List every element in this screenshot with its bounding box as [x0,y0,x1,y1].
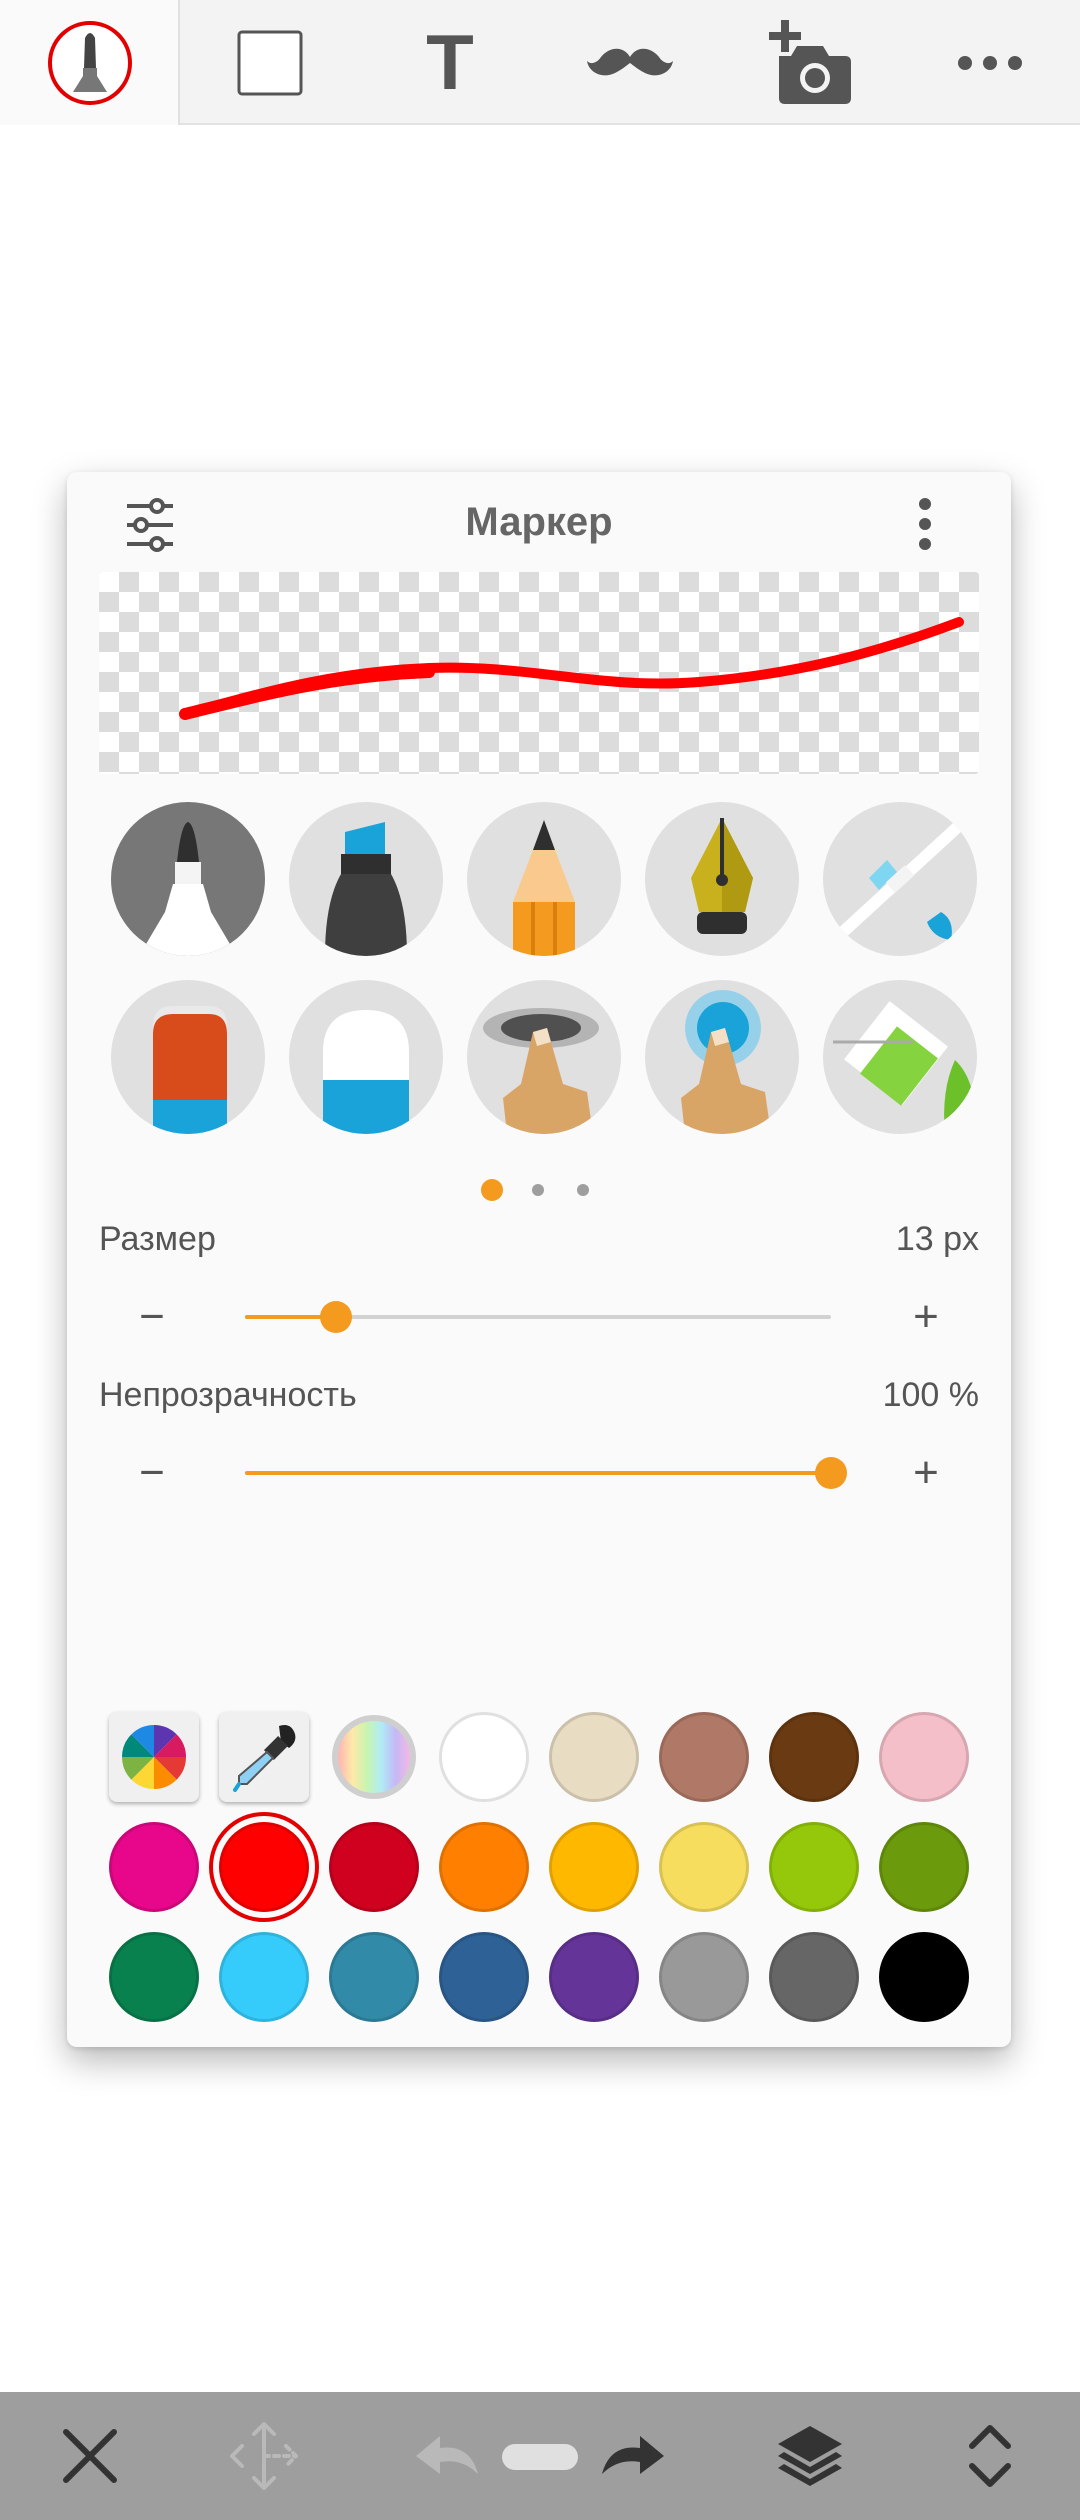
size-decrease-button[interactable]: − [127,1292,177,1342]
color-swatch[interactable] [439,1822,529,1912]
size-slider[interactable] [245,1301,831,1333]
page-dot-2[interactable] [532,1184,544,1196]
color-swatch[interactable] [659,1822,749,1912]
brush-smudge[interactable] [467,980,621,1134]
color-swatch[interactable] [329,1822,419,1912]
eyedropper-icon [233,1725,296,1792]
highlighter-brush-icon [325,822,407,956]
color-swatch[interactable] [879,1822,969,1912]
brush-eraser[interactable] [111,980,265,1134]
color-wheel-button[interactable] [109,1712,199,1802]
color-swatch[interactable] [659,1932,749,2022]
size-value: 13 px [895,1220,979,1258]
brush-soft-eraser[interactable] [289,980,443,1134]
opacity-decrease-button[interactable]: − [127,1448,177,1498]
soft-eraser-brush-icon [323,1010,409,1134]
close-icon[interactable] [50,2416,130,2496]
redo-icon[interactable] [592,2416,672,2496]
eraser-brush-icon [153,1006,227,1134]
panel-title: Маркер [465,500,613,544]
opacity-increase-button[interactable]: + [901,1448,951,1498]
eyedropper-button[interactable] [219,1712,309,1802]
color-swatch[interactable] [659,1712,749,1802]
color-swatch[interactable] [109,1932,199,2022]
color-swatch[interactable] [109,1822,199,1912]
text-tool[interactable]: T [360,0,540,125]
rainbow-gradient-icon [332,1715,416,1799]
fountain-pen-brush-icon [691,818,753,934]
opacity-slider-thumb[interactable] [815,1457,847,1489]
marker-icon [48,20,132,105]
color-swatch[interactable] [549,1822,639,1912]
color-swatch[interactable] [769,1932,859,2022]
brush-blur[interactable] [645,980,799,1134]
color-swatch[interactable] [329,1932,419,2022]
page-dot-3[interactable] [577,1184,589,1196]
photo-tool[interactable] [720,0,900,125]
size-label: Размер [99,1220,216,1258]
more-horizontal-icon [958,55,1022,70]
color-swatch[interactable] [549,1712,639,1802]
preview-stroke [179,617,964,720]
color-wheel-icon [122,1725,186,1789]
brush-marker[interactable] [111,802,265,956]
color-swatch[interactable] [879,1712,969,1802]
brush-panel: Маркер Размер 13 px − + Непрозрачность 1… [67,472,1011,2047]
blur-finger-icon [681,990,771,1134]
square-icon [237,30,303,95]
brush-airbrush[interactable] [823,802,977,956]
paint-fill-icon [833,1001,977,1134]
opacity-label: Непрозрачность [99,1376,357,1414]
airbrush-brush-icon [837,816,969,940]
page-dot-1[interactable] [481,1179,503,1201]
sticker-tool[interactable] [540,0,720,125]
add-photo-icon [769,19,851,104]
opacity-slider-fill [245,1471,831,1475]
size-increase-button[interactable]: + [901,1292,951,1342]
brush-page-indicator [67,1179,1011,1204]
color-swatch[interactable] [769,1712,859,1802]
move-icon[interactable] [224,2416,304,2496]
color-swatch[interactable] [439,1932,529,2022]
more-tool[interactable] [900,0,1080,125]
expand-icon[interactable] [950,2416,1030,2496]
color-swatch[interactable] [219,1932,309,2022]
undo-icon[interactable] [408,2416,488,2496]
color-swatch[interactable] [879,1932,969,2022]
brush-highlighter[interactable] [289,802,443,956]
color-swatch[interactable] [439,1712,529,1802]
history-handle[interactable] [502,2444,578,2470]
color-swatch[interactable] [219,1822,309,1912]
bottom-bar [0,2392,1080,2520]
brush-pencil[interactable] [467,802,621,956]
mustache-icon [587,48,673,75]
opacity-slider[interactable] [245,1457,847,1489]
smudge-finger-icon [483,1008,599,1134]
shape-tool[interactable] [180,0,360,125]
opacity-value: 100 % [882,1376,979,1414]
size-slider-thumb[interactable] [319,1301,352,1333]
brush-tool[interactable] [0,0,180,125]
stroke-preview [99,572,979,774]
top-toolbar: T [0,0,1080,125]
text-icon: T [426,18,474,106]
color-swatch[interactable] [769,1822,859,1912]
pencil-brush-icon [513,820,575,956]
brush-fountain-pen[interactable] [645,802,799,956]
layers-icon[interactable] [770,2416,850,2496]
rainbow-button[interactable] [329,1712,419,1802]
color-swatch[interactable] [549,1932,639,2022]
marker-brush-icon [139,822,237,956]
brush-fill[interactable] [823,980,977,1134]
more-vertical-icon[interactable] [915,496,935,552]
